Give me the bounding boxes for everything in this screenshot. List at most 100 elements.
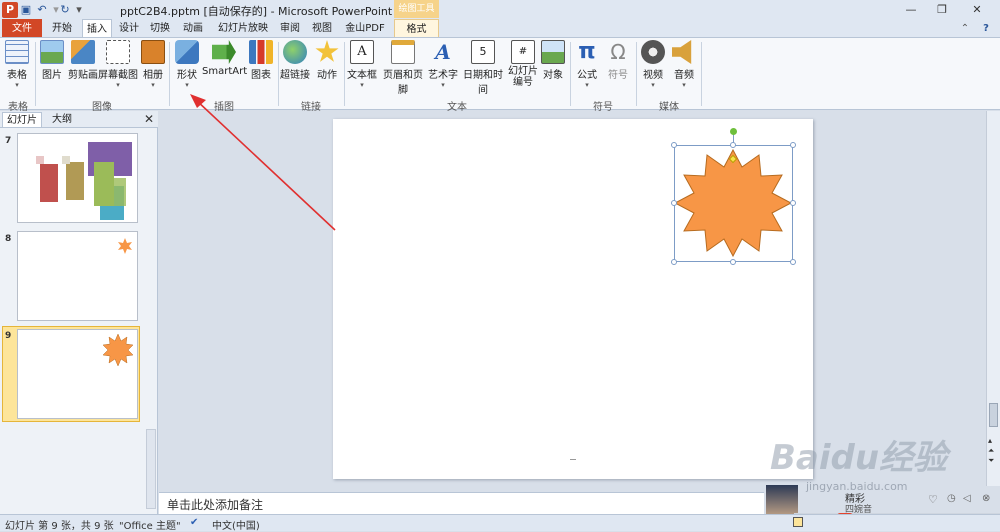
slide-number: 7 [5,136,12,146]
resize-handle-se[interactable] [790,259,796,265]
slide-count-status: 幻灯片 第 9 张，共 9 张 [5,521,114,532]
tab-outline[interactable]: 大纲 [48,112,76,127]
normal-view-icon[interactable] [793,517,803,527]
title-bar: P ▣ ↶ ▾ ↻ ▾ pptC2B4.pptm [自动保存的] - Micro… [0,0,1000,21]
help-icon[interactable]: ? [978,19,994,38]
tab-design[interactable]: 设计 [116,19,142,38]
slide-number-icon: # [511,40,535,64]
tab-format[interactable]: 格式 [394,19,439,38]
audio-button[interactable]: 音频 ▾ [670,40,698,96]
slide-area-scrollbar[interactable]: ▴ ⏶ ⏷ [986,111,1000,486]
clipart-button[interactable]: 剪贴画 [68,40,98,96]
slide-7-preview [36,142,132,220]
redo-icon[interactable]: ↻ [58,2,72,18]
tab-slideshow[interactable]: 幻灯片放映 [214,19,272,38]
photo-album-button[interactable]: 相册 ▾ [140,40,166,96]
spellcheck-icon[interactable]: ✔ [190,517,198,528]
next-slide-icon[interactable]: ⏷ [988,457,994,465]
action-star-icon [315,40,339,62]
slide-thumbnail-9[interactable] [17,329,138,419]
slide-8-preview [118,238,132,254]
clipart-icon [71,40,95,64]
video-button[interactable]: 视频 ▾ [639,40,667,96]
equation-button[interactable]: π 公式 ▾ [573,40,601,96]
slide-number: 8 [5,234,12,244]
ribbon-insert: 表格 ▾ 图片 剪贴画 屏幕截图 ▾ 相册 ▾ 形状 ▾ SmartArt 图表 超链接… [0,37,1000,113]
status-bar: 幻灯片 第 9 张，共 9 张 "Office 主题" ✔ 中文(中国) [0,514,1000,532]
wordart-button[interactable]: A 艺术字 ▾ [428,40,458,96]
notes-pane[interactable]: 单击此处添加备注 [159,492,764,514]
slides-panel-scrollbar[interactable] [146,429,156,509]
tab-view[interactable]: 视图 [310,19,334,38]
slides-panel: 幻灯片 大纲 ✕ 7 8 9 [0,111,158,514]
tab-review[interactable]: 审阅 [278,19,302,38]
resize-handle-s[interactable] [730,259,736,265]
table-button[interactable]: 表格 ▾ [3,40,31,96]
slide-number: 9 [5,331,12,341]
smartart-icon [212,40,236,64]
resize-handle-n[interactable] [730,142,736,148]
shapes-icon [175,40,199,64]
header-footer-icon [391,40,415,64]
slide-thumbnail-8[interactable] [17,231,138,321]
tab-animations[interactable]: 动画 [180,19,206,38]
baidu-watermark: Baidu经验 [770,438,948,478]
tab-kingsoft-pdf[interactable]: 金山PDF [342,19,388,38]
resize-handle-ne[interactable] [790,142,796,148]
theme-status[interactable]: "Office 主题" [119,517,181,532]
slide-thumbnail-7[interactable] [17,133,138,223]
film-reel-icon [641,40,665,64]
volume-icon[interactable]: ◁ [963,493,971,504]
tab-slides[interactable]: 幻灯片 [2,112,42,127]
save-icon[interactable]: ▣ [19,2,33,18]
photo-album-icon [141,40,165,64]
datetime-button[interactable]: 5 日期和时间 [459,40,507,96]
resize-handle-e[interactable] [790,200,796,206]
symbol-button[interactable]: Ω 符号 [604,40,632,96]
hyperlink-globe-icon [283,40,307,64]
wordart-icon: A [435,40,451,64]
chart-icon [249,40,273,64]
scroll-up-icon[interactable]: ▴ [988,437,992,445]
header-footer-button[interactable]: 页眉和页脚 [379,40,427,96]
omega-icon: Ω [610,40,626,64]
resize-handle-w[interactable] [671,200,677,206]
resize-handle-nw[interactable] [671,142,677,148]
qat-customize-icon[interactable]: ▾ [72,2,86,18]
tab-file[interactable]: 文件 [2,19,42,38]
close-icon[interactable]: ✕ [144,112,154,126]
rotation-handle[interactable] [730,128,737,135]
tab-insert[interactable]: 插入 [82,19,112,38]
tab-transitions[interactable]: 切换 [147,19,173,38]
pi-icon: π [578,39,596,64]
close-circle-icon[interactable]: ⊗ [982,493,990,504]
prev-slide-icon[interactable]: ⏶ [988,447,994,455]
screenshot-button[interactable]: 屏幕截图 ▾ [98,40,138,96]
speaker-icon [672,40,692,64]
slide-9-preview [102,333,134,367]
tab-home[interactable]: 开始 [48,19,76,38]
slide-number-button[interactable]: # 幻灯片 编号 [508,40,538,96]
table-icon [5,40,29,64]
resize-handle-sw[interactable] [671,259,677,265]
minimize-icon[interactable]: — [898,2,924,18]
scrollbar-thumb[interactable] [989,403,998,427]
ribbon-minimize-icon[interactable]: ⌃ [958,19,972,38]
restore-icon[interactable]: ❐ [929,2,955,18]
undo-icon[interactable]: ↶ [35,2,49,18]
textbox-icon: A [350,40,374,64]
object-button[interactable]: 对象 [540,40,566,96]
close-icon[interactable]: ✕ [964,2,990,18]
slide-placeholder-mark [570,459,576,460]
heart-icon[interactable]: ♡ [928,493,938,506]
app-icon[interactable]: P [2,2,18,18]
picture-button[interactable]: 图片 [38,40,66,96]
ribbon-tabs: 文件 开始 插入 设计 切换 动画 幻灯片放映 审阅 视图 金山PDF 格式 ⌃… [0,19,1000,38]
object-icon [541,40,565,64]
annotation-arrow [190,94,336,231]
picture-icon [40,40,64,64]
slides-panel-tabs: 幻灯片 大纲 ✕ [0,111,158,128]
textbox-button[interactable]: A 文本框 ▾ [346,40,378,96]
language-status[interactable]: 中文(中国) [212,517,260,532]
share-icon[interactable]: ◷ [947,493,956,504]
